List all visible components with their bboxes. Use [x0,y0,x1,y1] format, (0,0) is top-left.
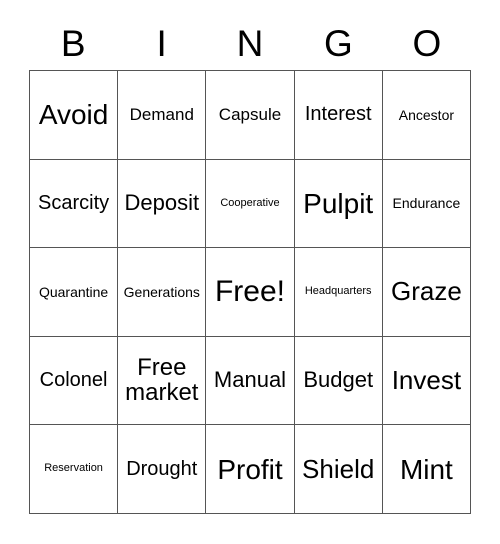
bingo-cell-label: Deposit [124,189,200,215]
bingo-header-letter-o: O [412,22,442,64]
bingo-cell-label: Invest [391,365,462,396]
bingo-cell-label: Avoid [38,99,109,131]
bingo-cell-label: Profit [217,453,283,485]
bingo-cell-label: Colonel [39,369,108,392]
bingo-cell-label: Pulpit [303,187,374,219]
bingo-grid: Avoid Demand Capsule Interest Ancestor Scarci… [29,70,471,514]
bingo-cell[interactable]: Graze [382,248,471,337]
bingo-cell-label: Shield [302,453,375,484]
bingo-header-letter-i: I [156,22,167,64]
bingo-cell-label: Interest [304,103,372,126]
bingo-header-letter-b: B [60,22,86,64]
bingo-cell[interactable]: Shield [294,425,383,514]
bingo-cell-label: Generations [123,283,200,300]
bingo-cell[interactable]: Manual [206,336,295,426]
bingo-cell-label: Reservation [44,462,103,475]
bingo-cell-label: Scarcity [38,191,110,214]
bingo-cell[interactable]: Free! [206,248,295,337]
bingo-cell-label: Budget [303,367,374,393]
bingo-card: B I N G O Avoid Demand Capsule Interest Ance… [0,0,500,544]
bingo-header: B I N G O [29,16,471,70]
bingo-cell-label: Headquarters [304,285,372,298]
bingo-cell[interactable]: Headquarters [294,248,383,337]
bingo-cell-label: Free! [214,275,285,309]
bingo-cell-label: Quarantine [38,283,109,300]
bingo-cell-label: Cooperative [220,196,280,209]
bingo-cell[interactable]: Budget [294,336,383,426]
bingo-header-letter-n: N [236,22,264,64]
bingo-cell[interactable]: Colonel [30,336,119,426]
bingo-cell[interactable]: Deposit [118,159,207,249]
bingo-cell[interactable]: Demand [118,71,207,160]
bingo-cell[interactable]: Mint [382,425,471,514]
bingo-cell-label: Mint [399,453,453,485]
bingo-cell[interactable]: Interest [294,71,383,160]
bingo-cell-label: Manual [213,367,287,393]
bingo-cell[interactable]: Reservation [30,425,119,514]
bingo-cell[interactable]: Drought [118,425,207,514]
bingo-cell-label: Capsule [218,104,282,124]
bingo-cell-label: Endurance [392,195,461,212]
bingo-cell[interactable]: Capsule [206,71,295,160]
bingo-cell[interactable]: Avoid [30,71,119,160]
bingo-cell[interactable]: Invest [382,336,471,426]
bingo-cell[interactable]: Scarcity [30,159,119,249]
bingo-cell[interactable]: Ancestor [382,71,471,160]
bingo-cell[interactable]: Quarantine [30,248,119,337]
bingo-cell-label: Ancestor [398,106,455,123]
bingo-cell-label: Drought [126,457,198,480]
bingo-cell-label: Demand [129,104,194,124]
bingo-header-letter-g: G [324,22,353,64]
bingo-cell[interactable]: Generations [118,248,207,337]
bingo-cell[interactable]: Free market [118,336,207,426]
bingo-cell[interactable]: Cooperative [206,159,295,249]
bingo-cell-label: Graze [390,276,462,307]
bingo-cell[interactable]: Endurance [382,159,471,249]
bingo-cell[interactable]: Pulpit [294,159,383,249]
bingo-cell[interactable]: Profit [206,425,295,514]
bingo-cell-label: Free market [125,353,199,406]
